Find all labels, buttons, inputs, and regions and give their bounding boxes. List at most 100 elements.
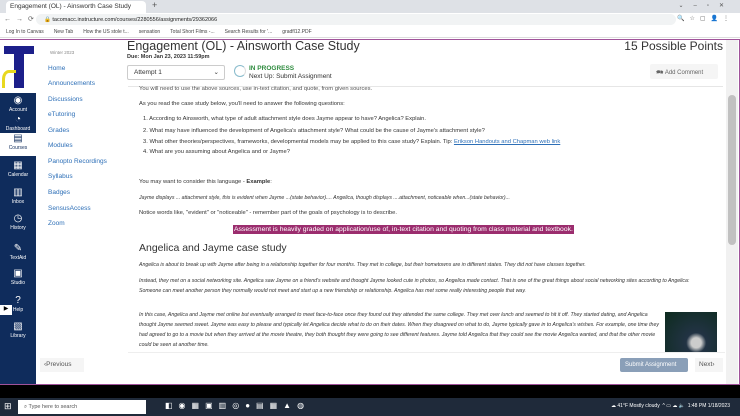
search-placeholder: Type here to search: [28, 404, 78, 410]
bookmark[interactable]: Total Short Films -...: [170, 29, 214, 35]
global-nav-courses[interactable]: ▤ Courses: [0, 133, 36, 156]
clock-date[interactable]: 1/18/2023: [708, 403, 730, 409]
due-date: Due: Mon Jan 23, 2023 11:59pm: [127, 54, 210, 60]
bookmark[interactable]: New Tab: [54, 29, 73, 35]
global-nav-history[interactable]: ◷ History: [0, 213, 36, 231]
taskbar-search[interactable]: ⌕ Type here to search: [18, 400, 146, 414]
taskbar-apps[interactable]: ◧◉▦▣▥◎●▤▦▲◍: [165, 401, 310, 410]
taskbar: ⊞ ⌕ Type here to search ◧◉▦▣▥◎●▤▦▲◍ ☁ 41…: [0, 398, 740, 416]
windows-start-icon[interactable]: ⊞: [4, 401, 12, 412]
bookmark[interactable]: Log In to Canvas: [6, 29, 44, 35]
nav-buttons[interactable]: ←→⟳: [4, 15, 39, 23]
nav-label: Account: [8, 107, 28, 113]
course-nav-discussions[interactable]: Discussions: [48, 96, 83, 103]
system-tray: ☁ 41°F Mostly cloudy ^ ▭ ☁ 🔈 1:48 PM 1/1…: [611, 403, 730, 409]
course-nav-modules[interactable]: Modules: [48, 142, 73, 149]
browser-tools[interactable]: 🔍☆▢👤⋮: [677, 15, 734, 22]
term-label: Winter 2023: [50, 50, 75, 55]
studio-icon: ▣: [13, 268, 23, 279]
submit-assignment-button[interactable]: Submit Assignment: [620, 358, 688, 372]
courses-icon: ▤: [13, 133, 23, 144]
clock-icon: ◷: [13, 213, 23, 224]
global-nav-inbox[interactable]: ▥ Inbox: [0, 187, 36, 205]
bookmark[interactable]: gradfl12.PDF: [282, 29, 311, 35]
status-label: IN PROGRESS: [249, 65, 295, 72]
intro-text: As you read the case study below, you'll…: [139, 101, 345, 107]
course-nav-syllabus[interactable]: Syllabus: [48, 173, 73, 180]
question-text: 3. What other theories/perspectives, fra…: [143, 139, 454, 145]
scrollbar-thumb[interactable]: [728, 95, 736, 245]
assignment-main: Engagement (OL) - Ainsworth Case Study D…: [127, 39, 725, 384]
attempt-select[interactable]: Attempt 1 ⌄: [127, 65, 225, 80]
possible-points: 15 Possible Points: [624, 39, 723, 53]
weather-icon: ☁: [611, 403, 617, 409]
course-nav-panopto[interactable]: Panopto Recordings: [48, 158, 107, 165]
nav-label: Inbox: [11, 199, 25, 205]
next-up-label: Next Up: Submit Assignment: [249, 73, 332, 80]
weather[interactable]: 41°F Mostly cloudy: [617, 403, 659, 409]
global-nav-studio[interactable]: ▣ Studio: [0, 268, 36, 286]
nav-label: Studio: [10, 280, 26, 286]
avatar: ◉: [13, 95, 23, 106]
erikson-link[interactable]: Erikson Handouts and Chapman web link: [454, 139, 560, 145]
bookmark[interactable]: Search Results for '...: [225, 29, 273, 35]
language-text: You may want to consider this language -…: [139, 179, 272, 185]
address-bar-row: ←→⟳ 🔒 tacomacc.instructure.com/courses/2…: [0, 13, 740, 26]
course-nav-grades[interactable]: Grades: [48, 127, 69, 134]
instruction-text: You will need to use the above sources, …: [139, 86, 373, 92]
notice-text: Notice words like, "evident" or "noticea…: [139, 210, 397, 216]
example-bold: Example: [246, 179, 271, 185]
nav-label: Library: [10, 333, 26, 339]
progress-ring-icon: [234, 65, 246, 77]
previous-label: Previous: [46, 361, 72, 368]
nav-label: Dashboard: [5, 126, 31, 132]
bookmarks-bar: Log In to Canvas New Tab How the US stole …: [0, 26, 740, 38]
screen-gap: [0, 385, 740, 398]
course-nav-etutoring[interactable]: eTutoring: [48, 111, 75, 118]
tab-title: Engagement (OL) - Ainsworth Case Study: [10, 3, 132, 10]
nav-label: History: [10, 225, 26, 231]
next-button[interactable]: Next›: [695, 358, 723, 372]
global-nav-account[interactable]: ◉ Account: [0, 95, 36, 113]
bookmark[interactable]: sensation: [139, 29, 160, 35]
course-nav: Winter 2023 Home Announcements Discussio…: [36, 40, 130, 384]
global-nav-calendar[interactable]: ▦ Calendar: [0, 160, 36, 178]
comment-icon: 🗪: [656, 70, 664, 76]
global-nav-textaid[interactable]: ✎ TextAid: [0, 243, 36, 261]
course-nav-announcements[interactable]: Announcements: [48, 80, 95, 87]
nav-label: Help: [12, 307, 24, 313]
global-nav-library[interactable]: ▧ Library: [0, 321, 36, 339]
url-input[interactable]: 🔒 tacomacc.instructure.com/courses/22805…: [36, 14, 676, 25]
previous-button[interactable]: ‹Previous: [40, 358, 84, 372]
bookmark[interactable]: How the US stole t...: [83, 29, 129, 35]
browser-tab-bar: Engagement (OL) - Ainsworth Case Study +…: [0, 0, 740, 13]
case-paragraph: Instead, they met on a social networking…: [139, 278, 690, 294]
nav-label: TextAid: [9, 255, 27, 261]
course-nav-home[interactable]: Home: [48, 65, 65, 72]
nav-label: Courses: [8, 145, 28, 151]
course-nav-zoom[interactable]: Zoom: [48, 220, 65, 227]
page-title: Engagement (OL) - Ainsworth Case Study: [127, 39, 360, 53]
course-nav-sensusaccess[interactable]: SensusAccess: [48, 205, 91, 212]
inbox-icon: ▥: [13, 187, 23, 198]
url-text: tacomacc.instructure.com/courses/2280556…: [52, 16, 218, 23]
browser-tab[interactable]: Engagement (OL) - Ainsworth Case Study: [6, 1, 146, 13]
add-comment-label: Add Comment: [664, 70, 704, 76]
window-controls[interactable]: ⌄–▫✕: [678, 2, 734, 9]
question: 1. According to Ainsworth, what type of …: [143, 116, 426, 122]
calendar-icon: ▦: [13, 160, 23, 171]
language-prefix: You may want to consider this language -: [139, 179, 247, 185]
library-icon: ▧: [13, 321, 23, 332]
question: 4. What are you assuming about Angelica …: [143, 149, 290, 155]
college-logo[interactable]: [0, 40, 36, 93]
clock-time[interactable]: 1:48 PM: [688, 403, 707, 409]
dashboard-icon: ◔: [14, 114, 22, 125]
new-tab-button[interactable]: +: [152, 0, 157, 10]
course-nav-badges[interactable]: Badges: [48, 189, 70, 196]
question: 3. What other theories/perspectives, fra…: [143, 139, 560, 145]
expand-arrow-icon[interactable]: ▶: [0, 305, 12, 315]
question: 2. What may have influenced the developm…: [143, 128, 485, 134]
case-image: [665, 312, 717, 356]
add-comment-button[interactable]: 🗪 Add Comment: [650, 64, 718, 79]
global-nav-dashboard[interactable]: ◔ Dashboard: [0, 114, 36, 132]
